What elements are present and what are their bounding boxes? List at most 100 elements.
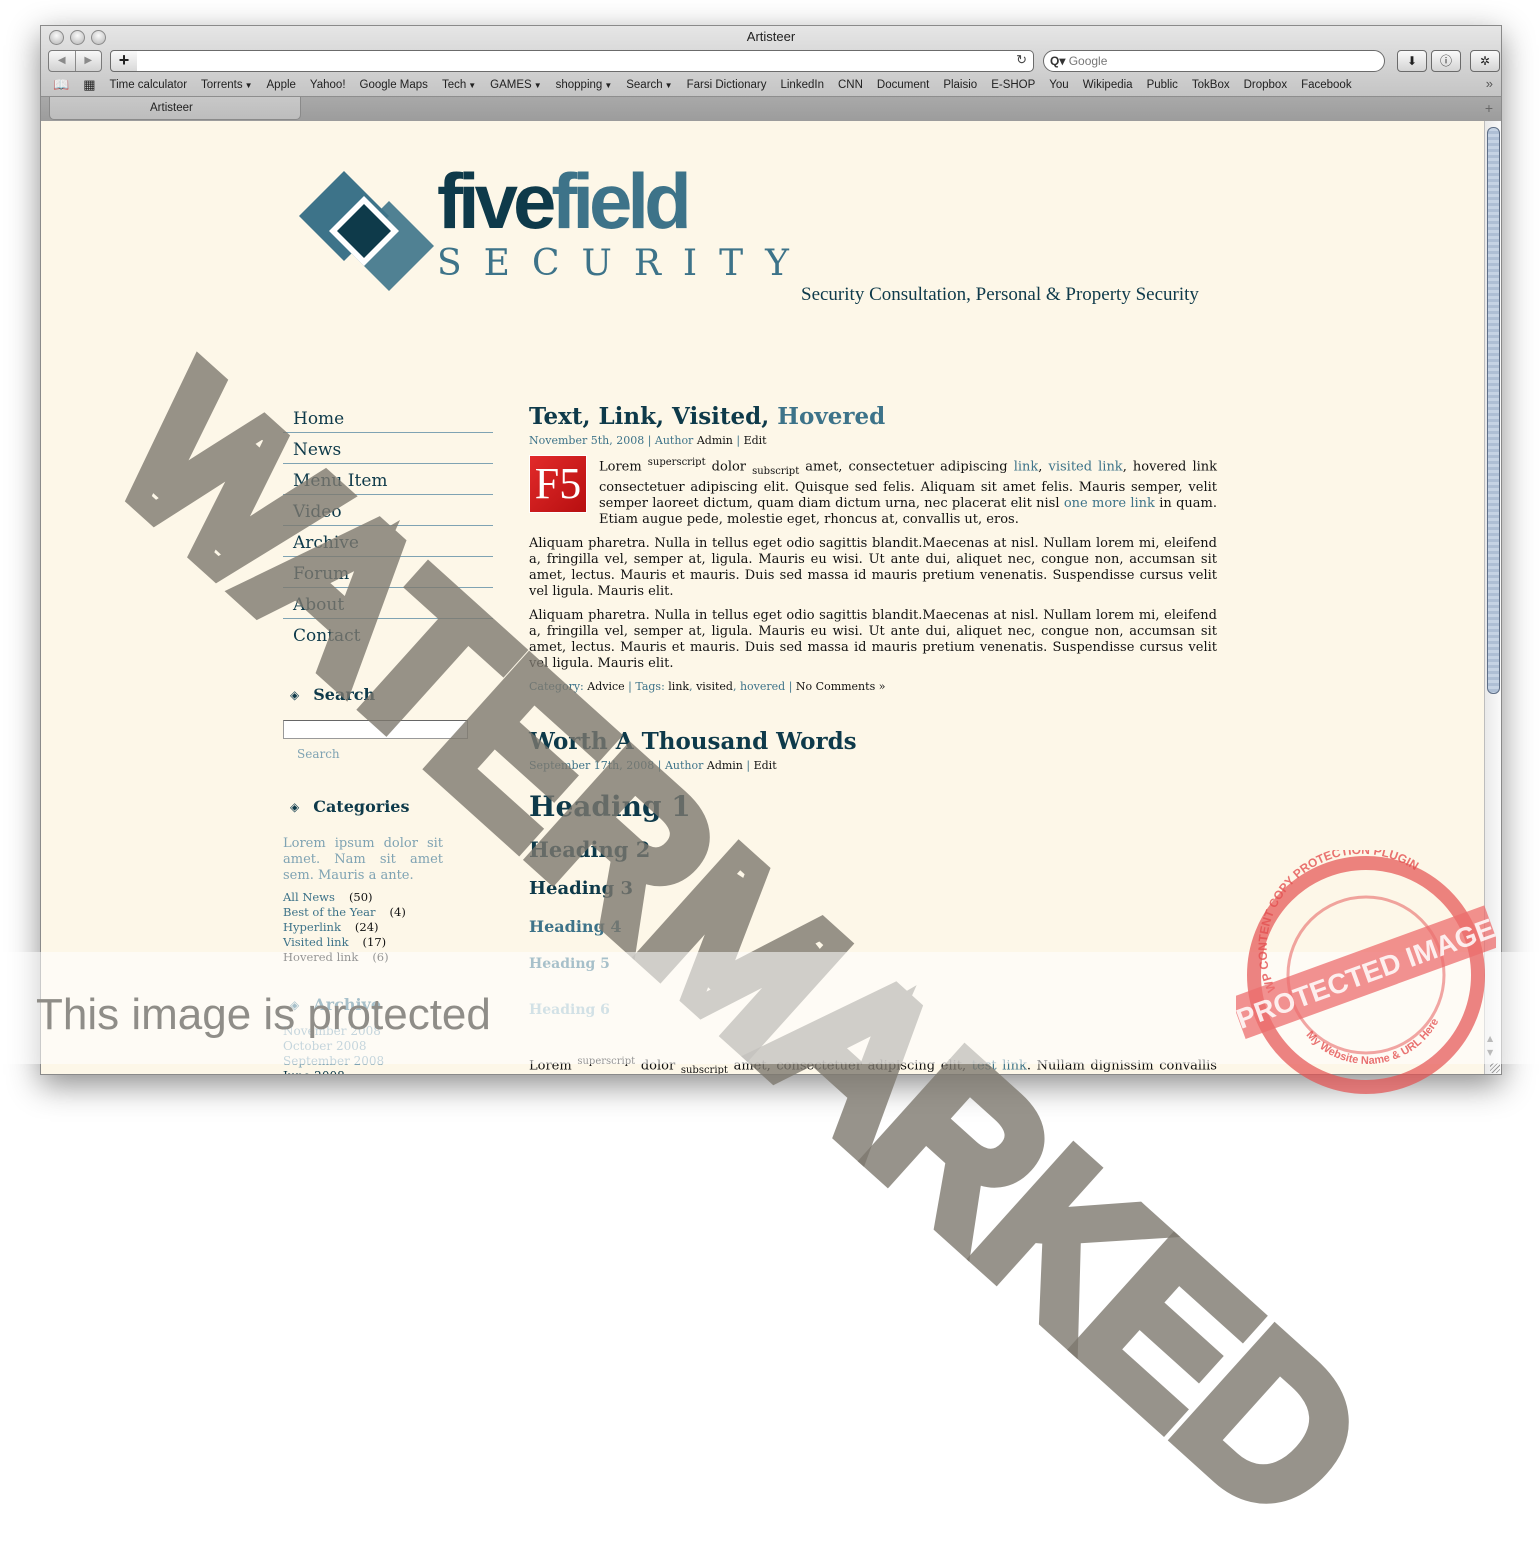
bookmark-label: Time calculator	[109, 79, 188, 91]
tag-link[interactable]: hovered	[740, 680, 785, 693]
post-paragraph: Aliquam pharetra. Nulla in tellus eget o…	[529, 607, 1217, 671]
bookmark-item[interactable]: Document	[877, 79, 929, 91]
comments-link[interactable]: No Comments »	[796, 680, 886, 693]
menu-item-archive[interactable]: Archive	[283, 526, 493, 557]
category-count: (6)	[372, 950, 389, 964]
post-title[interactable]: Worth A Thousand Words	[529, 727, 1217, 757]
new-tab-icon[interactable]: +	[1485, 100, 1493, 116]
category-link[interactable]: Best of the Year	[283, 905, 376, 920]
book-icon[interactable]: 📖	[53, 77, 69, 93]
scroll-arrows[interactable]: ▲ ▼	[1487, 1032, 1493, 1060]
vertical-menu: Home News Menu Item Video Archive Forum About C…	[283, 402, 493, 649]
menu-item-menu-item[interactable]: Menu Item	[283, 464, 493, 495]
sidebar-search-input[interactable]	[283, 720, 468, 739]
forward-button[interactable]: ▶	[76, 51, 102, 71]
category-link[interactable]: All News	[283, 890, 335, 905]
post-thumbnail: F5	[529, 455, 587, 513]
browser-window: Artisteer ◀ ▶ + ↻ Q▾ Google ⬇ ⓘ ✲ 📖 ▦ Ti…	[40, 25, 1502, 1075]
archive-block-title: ◈ Archive	[290, 995, 382, 1014]
post-meta: November 5th, 2008 | Author Admin | Edit	[529, 434, 767, 447]
bookmark-item[interactable]: LinkedIn	[780, 79, 823, 91]
edit-link[interactable]: Edit	[754, 759, 777, 772]
menu-item-forum[interactable]: Forum	[283, 557, 493, 588]
site-tagline: Security Consultation, Personal & Proper…	[801, 284, 1199, 305]
bookmark-label: Search	[626, 79, 663, 91]
bookmark-label: Tech	[441, 79, 467, 91]
bookmark-item[interactable]: Farsi Dictionary	[687, 79, 767, 91]
bookmark-item[interactable]: E-SHOP	[991, 79, 1035, 91]
category-item: Visited link (17)	[283, 935, 493, 950]
diamond-bullet-icon: ◈	[290, 687, 300, 702]
bug-icon-button[interactable]: ✲	[1470, 50, 1500, 72]
scrollbar-thumb[interactable]	[1487, 127, 1500, 694]
bookmark-item[interactable]: Search ▼	[626, 79, 672, 91]
download-button[interactable]: ⬇	[1397, 50, 1427, 72]
bookmark-label: GAMES	[490, 79, 532, 91]
bookmark-item[interactable]: Public	[1147, 79, 1178, 91]
archive-link[interactable]: September 2008	[283, 1054, 493, 1069]
bookmark-item[interactable]: Apple	[267, 79, 296, 91]
bookmark-item[interactable]: Google Maps	[360, 79, 428, 91]
menu-item-video[interactable]: Video	[283, 495, 493, 526]
bookmark-item[interactable]: Dropbox	[1244, 79, 1287, 91]
address-bar[interactable]: ↻	[137, 50, 1034, 72]
archive-link[interactable]: June 2008	[283, 1069, 493, 1074]
bookmark-item[interactable]: You	[1049, 79, 1068, 91]
logo-wordmark: fivefield	[437, 157, 692, 245]
category-link[interactable]: Advice	[587, 680, 624, 693]
bookmark-item[interactable]: TokBox	[1192, 79, 1230, 91]
heading-2: Heading 2	[529, 836, 651, 862]
add-bookmark-button[interactable]: +	[110, 50, 138, 72]
post-title[interactable]: Text, Link, Visited, Hovered	[529, 402, 1217, 432]
dropdown-arrow-icon: ▼	[244, 81, 253, 90]
dropdown-arrow-icon: ▼	[604, 81, 613, 90]
vertical-scrollbar[interactable]: ▲ ▼	[1484, 121, 1501, 1074]
bookmark-item[interactable]: shopping ▼	[556, 79, 613, 91]
one-more-link[interactable]: one more link	[1064, 496, 1155, 511]
category-count: (50)	[348, 890, 373, 904]
bookmark-item[interactable]: Tech ▼	[442, 79, 476, 91]
back-button[interactable]: ◀	[49, 51, 76, 71]
author-link[interactable]: Admin	[697, 434, 733, 447]
bookmark-label: CNN	[837, 79, 863, 91]
bookmark-item[interactable]: Plaisio	[943, 79, 977, 91]
bookmark-item[interactable]: Facebook	[1301, 79, 1352, 91]
grid-icon[interactable]: ▦	[83, 77, 95, 93]
category-count: (4)	[389, 905, 406, 919]
bookmark-item[interactable]: Torrents ▼	[201, 79, 252, 91]
post-footer: Category: Advice | Tags: link, visited, …	[529, 679, 886, 693]
visited-link[interactable]: visited link	[1048, 459, 1122, 474]
bookmark-item[interactable]: GAMES ▼	[490, 79, 541, 91]
edit-link[interactable]: Edit	[744, 434, 767, 447]
menu-item-about[interactable]: About	[283, 588, 493, 619]
menu-item-contact[interactable]: Contact	[283, 619, 493, 649]
bookmark-item[interactable]: Time calculator	[109, 79, 187, 91]
bookmark-item[interactable]: Yahoo!	[310, 79, 346, 91]
menu-item-home[interactable]: Home	[283, 402, 493, 433]
author-link[interactable]: Admin	[707, 759, 743, 772]
search-field[interactable]: Q▾ Google	[1043, 50, 1385, 72]
main-content: Text, Link, Visited, Hovered November 5t…	[529, 402, 1217, 1074]
archive-link[interactable]: October 2008	[283, 1039, 493, 1054]
more-bookmarks-icon[interactable]: »	[1486, 76, 1493, 91]
category-link[interactable]: Hovered link	[283, 950, 358, 965]
category-link[interactable]: Visited link	[283, 935, 349, 950]
tab-bar: Artisteer +	[41, 96, 1501, 121]
menu-item-news[interactable]: News	[283, 433, 493, 464]
bookmark-item[interactable]: Wikipedia	[1083, 79, 1133, 91]
dropdown-arrow-icon: ▼	[664, 81, 673, 90]
sidebar-search-button[interactable]: Search	[297, 747, 493, 761]
tag-link[interactable]: link	[668, 680, 689, 693]
category-link[interactable]: Hyperlink	[283, 920, 341, 935]
info-button[interactable]: ⓘ	[1431, 50, 1461, 72]
archive-link[interactable]: November 2008	[283, 1024, 493, 1039]
bookmark-item[interactable]: CNN	[838, 79, 863, 91]
tab-artisteer[interactable]: Artisteer	[49, 97, 301, 120]
resize-grip[interactable]	[1490, 1063, 1500, 1073]
search-block-title: ◈ Search	[290, 685, 376, 704]
tag-link[interactable]: visited	[696, 680, 733, 693]
link[interactable]: link	[1014, 459, 1039, 474]
test-link[interactable]: test link	[972, 1058, 1027, 1073]
reload-icon[interactable]: ↻	[1016, 52, 1027, 68]
post-paragraph: Lorem superscript dolor subscript amet, …	[529, 1055, 1217, 1074]
